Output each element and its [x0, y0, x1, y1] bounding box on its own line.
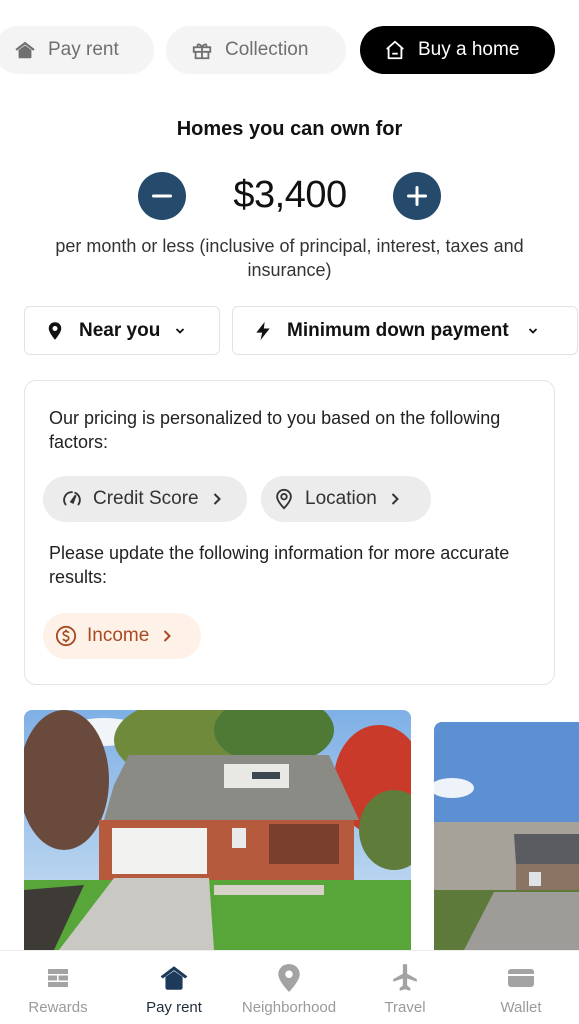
- chip-label: Credit Score: [93, 488, 199, 509]
- chip-label: Location: [305, 488, 377, 509]
- nav-rewards[interactable]: Rewards: [18, 951, 98, 1024]
- house-filled-icon: [159, 963, 189, 993]
- nav-neighborhood[interactable]: Neighborhood: [230, 951, 348, 1024]
- wallet-card-icon: [506, 963, 536, 993]
- location-filter-dropdown[interactable]: Near you: [24, 306, 220, 355]
- monthly-amount: $3,400: [233, 174, 347, 216]
- nav-label: Neighborhood: [241, 999, 337, 1016]
- bricks-icon: [43, 963, 73, 993]
- nav-wallet[interactable]: Wallet: [481, 951, 561, 1024]
- tab-collection[interactable]: Collection: [166, 26, 346, 74]
- amount-description: per month or less (inclusive of principa…: [55, 236, 524, 280]
- gauge-icon: [61, 488, 83, 510]
- nav-label: Rewards: [28, 999, 88, 1016]
- bottom-navigation: Rewards Pay rent Neighborhood Travel Wal…: [0, 950, 579, 1024]
- update-prompt-text: Please update the following information …: [49, 543, 510, 587]
- plus-icon: [406, 185, 428, 207]
- chevron-down-icon: [527, 325, 539, 337]
- nav-label: Pay rent: [146, 999, 202, 1016]
- tab-label: Pay rent: [48, 39, 119, 60]
- tab-pay-rent[interactable]: Pay rent: [0, 26, 154, 74]
- amount-stepper: $3,400: [0, 172, 579, 220]
- dollar-circle-icon: [55, 625, 77, 647]
- page-heading: Homes you can own for: [176, 118, 403, 140]
- top-tabs: Pay rent Collection Buy a home: [0, 26, 579, 74]
- tab-label: Buy a home: [418, 39, 520, 60]
- chevron-right-icon: [161, 629, 173, 643]
- filter-label: Minimum down payment: [287, 319, 509, 341]
- tab-buy-a-home[interactable]: Buy a home: [360, 26, 555, 74]
- map-pin-icon: [45, 321, 65, 341]
- chip-label: Income: [87, 625, 150, 646]
- chevron-right-icon: [389, 492, 401, 506]
- location-chip[interactable]: Location: [261, 476, 431, 522]
- lightning-icon: [253, 321, 273, 341]
- minus-icon: [151, 185, 173, 207]
- chevron-down-icon: [174, 325, 186, 337]
- pricing-factors-card: Our pricing is personalized to you based…: [24, 380, 555, 685]
- house-with-driveway-photo: [434, 722, 579, 950]
- nav-travel[interactable]: Travel: [365, 951, 445, 1024]
- decrease-amount-button[interactable]: [138, 172, 186, 220]
- airplane-icon: [390, 963, 420, 993]
- listing-photo-house-driveway[interactable]: [434, 722, 579, 950]
- house-outline-icon: [384, 39, 406, 61]
- income-chip[interactable]: Income: [43, 613, 201, 659]
- gift-icon: [191, 39, 213, 61]
- down-payment-filter-dropdown[interactable]: Minimum down payment: [232, 306, 578, 355]
- tab-label: Collection: [225, 39, 309, 60]
- brick-house-with-garage-photo: [24, 710, 411, 950]
- location-pin-icon: [273, 488, 295, 510]
- nav-pay-rent[interactable]: Pay rent: [134, 951, 214, 1024]
- nav-label: Wallet: [500, 999, 542, 1016]
- nav-label: Travel: [384, 999, 426, 1016]
- listing-photo-brick-house[interactable]: [24, 710, 411, 950]
- filter-label: Near you: [79, 319, 161, 341]
- increase-amount-button[interactable]: [393, 172, 441, 220]
- chevron-right-icon: [211, 492, 223, 506]
- credit-score-chip[interactable]: Credit Score: [43, 476, 247, 522]
- map-pin-icon: [274, 963, 304, 993]
- pricing-intro-text: Our pricing is personalized to you based…: [49, 408, 501, 452]
- house-filled-icon: [14, 39, 36, 61]
